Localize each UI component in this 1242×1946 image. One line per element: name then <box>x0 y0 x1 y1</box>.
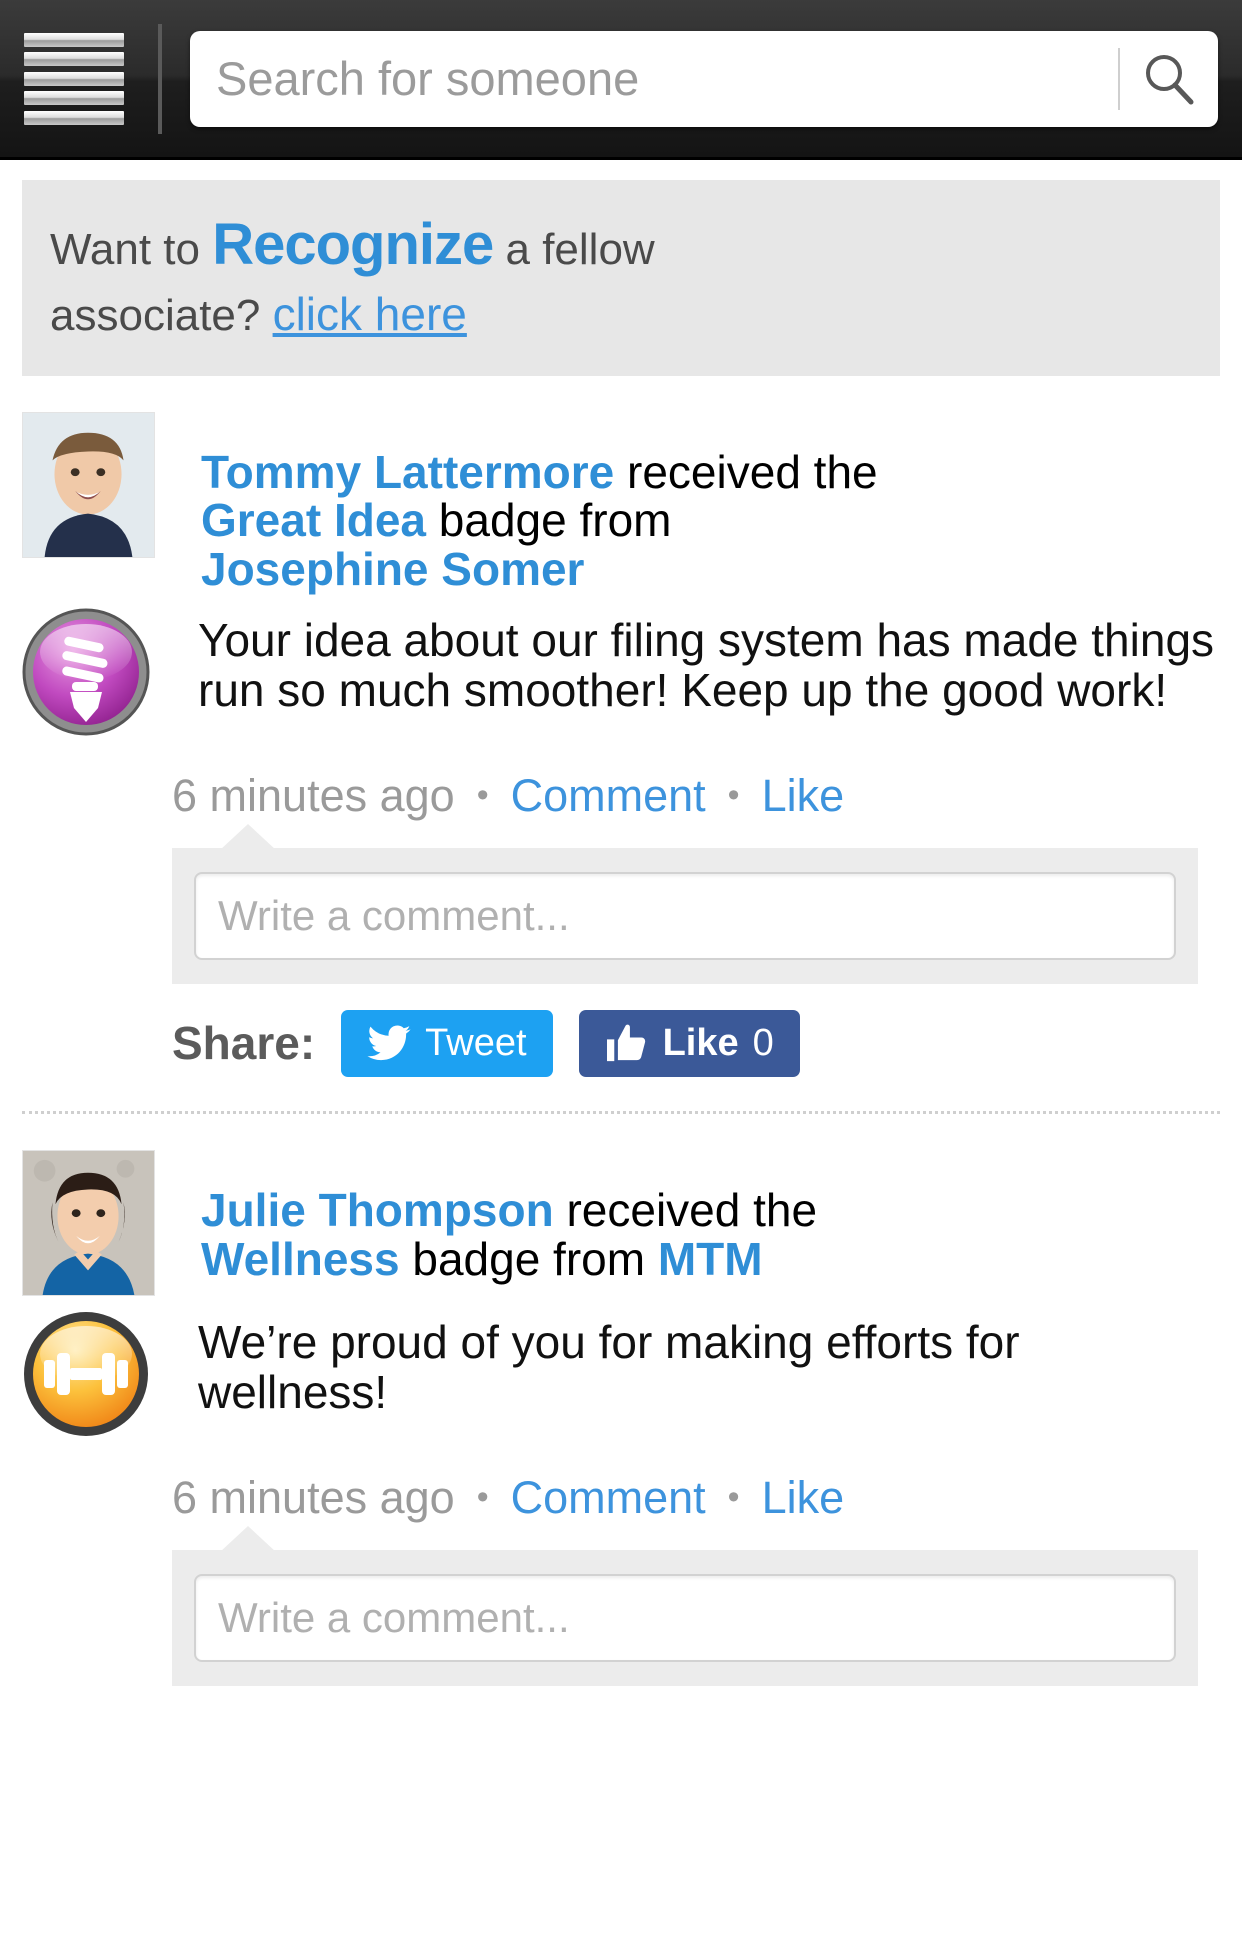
post-meta-row: 6 minutes ago • Comment • Like <box>172 1472 1220 1524</box>
facebook-like-button[interactable]: Like 0 <box>578 1009 800 1077</box>
search-button[interactable] <box>1120 31 1218 127</box>
post-giver-link[interactable]: MTM <box>658 1233 763 1285</box>
promo-click-here-link[interactable]: click here <box>273 288 467 340</box>
post-like-link[interactable]: Like <box>762 770 845 822</box>
share-label: Share: <box>172 1017 316 1070</box>
tommy-lattermore-avatar[interactable] <box>22 411 155 558</box>
avatar-image <box>23 1150 154 1295</box>
post-body: We’re proud of you for making efforts fo… <box>22 1310 1220 1438</box>
hamburger-menu-icon[interactable] <box>24 32 124 125</box>
search-icon <box>1146 54 1194 104</box>
promo-lead-text: Want to <box>50 225 213 274</box>
lightbulb-badge-icon[interactable] <box>22 608 150 736</box>
hamburger-bar <box>24 32 124 47</box>
hamburger-bar <box>24 110 124 125</box>
promo-mid-text: a fellow <box>493 225 655 274</box>
tweet-button[interactable]: Tweet <box>341 1009 553 1077</box>
facebook-like-count: 0 <box>752 1021 774 1064</box>
post-badge-mid-text: badge from <box>426 494 672 547</box>
post-message: Your idea about our filing system has ma… <box>198 613 1215 716</box>
post-header: Julie Thompson received the Wellness bad… <box>22 1114 1220 1296</box>
comment-input[interactable] <box>194 1573 1176 1662</box>
header-divider <box>158 23 162 134</box>
post-comment-link[interactable]: Comment <box>511 770 706 822</box>
post-timestamp: 6 minutes ago <box>172 769 455 821</box>
post-badge-link[interactable]: Wellness <box>201 1233 400 1285</box>
hamburger-bar <box>24 71 124 86</box>
post-recipient-link[interactable]: Julie Thompson <box>201 1184 554 1236</box>
page-content: Want to Recognize a fellow associate? cl… <box>0 180 1242 1686</box>
post-header: Tommy Lattermore received the Great Idea… <box>22 376 1220 594</box>
post-message: We’re proud of you for making efforts fo… <box>198 1315 1020 1418</box>
post-recipient-link[interactable]: Tommy Lattermore <box>201 446 614 498</box>
comment-caret <box>220 823 276 850</box>
share-row: Share: Tweet Like 0 <box>172 1009 1220 1077</box>
avatar-image <box>23 412 154 557</box>
hamburger-bar <box>24 91 124 105</box>
post-received-text: received the <box>614 445 878 498</box>
meta-dot-separator: • <box>476 776 489 815</box>
post-like-link[interactable]: Like <box>762 1472 845 1524</box>
comment-area <box>172 1525 1198 1686</box>
feed-post: Tommy Lattermore received the Great Idea… <box>0 376 1242 1077</box>
comment-input[interactable] <box>194 871 1176 960</box>
thumbs-up-icon <box>606 1024 645 1062</box>
dumbbell-badge-icon[interactable] <box>22 1310 150 1438</box>
promo-line-2: associate? click here <box>50 284 1192 346</box>
twitter-bird-icon <box>367 1025 411 1061</box>
hamburger-bar <box>24 52 124 66</box>
post-meta-row: 6 minutes ago • Comment • Like <box>172 770 1220 822</box>
comment-caret <box>220 1525 276 1552</box>
post-body: Your idea about our filing system has ma… <box>22 608 1220 736</box>
top-header-bar <box>0 0 1242 160</box>
feed-post: Julie Thompson received the Wellness bad… <box>0 1114 1242 1686</box>
meta-dot-separator: • <box>727 776 740 815</box>
search-input[interactable] <box>190 51 1118 106</box>
facebook-like-label: Like <box>662 1021 739 1064</box>
post-comment-link[interactable]: Comment <box>511 1472 706 1524</box>
post-badge-mid-text: badge from <box>399 1232 658 1285</box>
meta-dot-separator: • <box>476 1478 489 1517</box>
badge-graphic <box>24 1311 148 1436</box>
tweet-label: Tweet <box>425 1021 527 1064</box>
post-received-text: received the <box>553 1183 818 1236</box>
recognize-promo-banner[interactable]: Want to Recognize a fellow associate? cl… <box>22 180 1220 376</box>
julie-thompson-avatar[interactable] <box>22 1149 155 1296</box>
meta-dot-separator: • <box>727 1478 740 1517</box>
promo-line-1: Want to Recognize a fellow <box>50 206 1192 284</box>
post-headline: Julie Thompson received the Wellness bad… <box>201 1150 817 1284</box>
search-box[interactable] <box>190 30 1218 127</box>
promo-tail-text: associate? <box>50 290 273 340</box>
promo-recognize-word: Recognize <box>212 212 494 277</box>
comment-area <box>172 823 1198 984</box>
post-headline: Tommy Lattermore received the Great Idea… <box>201 412 878 594</box>
post-timestamp: 6 minutes ago <box>172 1471 455 1523</box>
post-giver-link[interactable]: Josephine Somer <box>201 543 584 595</box>
post-badge-link[interactable]: Great Idea <box>201 494 426 546</box>
badge-graphic <box>22 608 150 736</box>
